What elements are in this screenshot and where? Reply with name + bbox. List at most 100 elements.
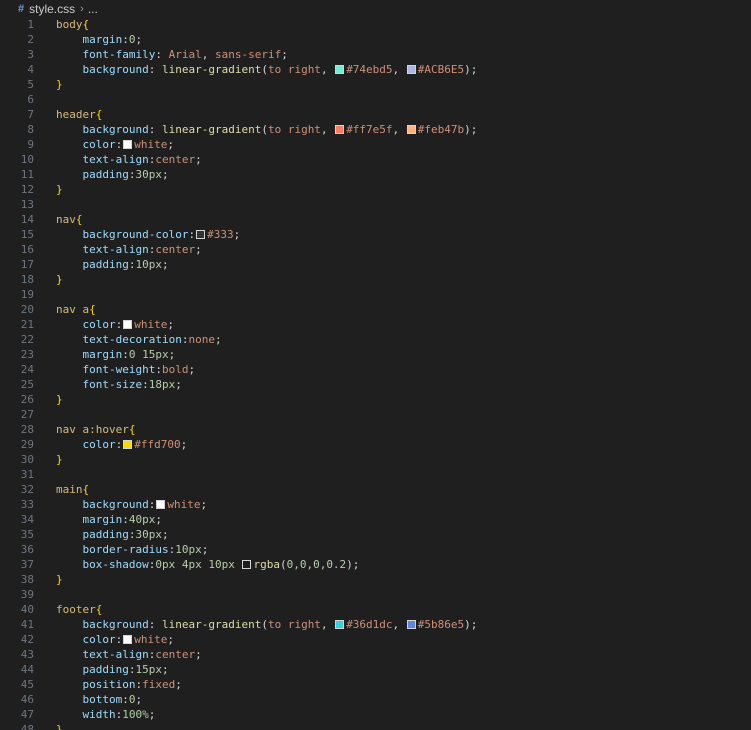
code-line[interactable]: 32 main{ (0, 482, 751, 497)
code-line[interactable]: 11 padding:30px; (0, 167, 751, 182)
code-line[interactable]: 44 padding:15px; (0, 662, 751, 677)
code-line[interactable]: 21 color: white; (0, 317, 751, 332)
code-line[interactable]: 24 font-weight:bold; (0, 362, 751, 377)
code-line[interactable]: 20 nav a{ (0, 302, 751, 317)
code-line[interactable]: 45 position:fixed; (0, 677, 751, 692)
line-number: 3 (27, 48, 34, 61)
color-swatch[interactable] (406, 619, 416, 629)
code-line[interactable]: 16 text-align:center; (0, 242, 751, 257)
color-swatch[interactable] (335, 124, 345, 134)
code-line[interactable]: 18} (0, 272, 751, 287)
color-swatch[interactable] (156, 499, 166, 509)
code-token: ; (175, 678, 182, 691)
code-line[interactable]: 28 nav a:hover{ (0, 422, 751, 437)
code-token: { (82, 18, 90, 31)
code-text: background: linear-gradient(to right, #7… (56, 62, 478, 77)
color-swatch[interactable] (406, 124, 416, 134)
code-line[interactable]: 8 background: linear-gradient(to right, … (0, 122, 751, 137)
line-number: 32 (20, 483, 34, 496)
code-token: } (56, 723, 63, 730)
code-line[interactable]: 27 (0, 407, 751, 422)
code-line[interactable]: 25 font-size:18px; (0, 377, 751, 392)
code-text: margin:0 15px; (56, 347, 176, 362)
color-swatch[interactable] (123, 634, 133, 644)
code-line[interactable]: 34 margin:40px; (0, 512, 751, 527)
line-number: 34 (20, 513, 34, 526)
code-line[interactable]: 1 body{ (0, 17, 751, 32)
code-line[interactable]: 37 box-shadow:0px 4px 10px rgba(0,0,0,0.… (0, 557, 751, 572)
color-swatch[interactable] (406, 64, 416, 74)
color-swatch[interactable] (123, 439, 133, 449)
code-line[interactable]: 19 (0, 287, 751, 302)
code-line[interactable]: 29 color: #ffd700; (0, 437, 751, 452)
code-token: : (115, 438, 123, 451)
breadcrumb-symbol[interactable]: ... (88, 2, 98, 16)
line-number: 18 (20, 273, 34, 286)
color-swatch[interactable] (196, 229, 206, 239)
code-lines[interactable]: 1 body{2 margin:0; 3 font-family: Arial, s… (0, 17, 751, 730)
code-line[interactable]: 42 color: white; (0, 632, 751, 647)
code-line[interactable]: 46 bottom:0; (0, 692, 751, 707)
code-line[interactable]: 36 border-radius:10px; (0, 542, 751, 557)
color-swatch[interactable] (242, 559, 252, 569)
code-token: , (392, 618, 406, 631)
breadcrumb-file[interactable]: style.css (29, 2, 75, 16)
code-line[interactable]: 12} (0, 182, 751, 197)
code-line[interactable]: 13 (0, 197, 751, 212)
code-line[interactable]: 26} (0, 392, 751, 407)
code-line[interactable]: 6 (0, 92, 751, 107)
code-token: nav a (56, 303, 90, 316)
code-token: } (56, 393, 63, 406)
line-number: 41 (20, 618, 34, 631)
code-line[interactable]: 33 background: white; (0, 497, 751, 512)
code-line[interactable]: 43 text-align:center; (0, 647, 751, 662)
code-line[interactable]: 14 nav{ (0, 212, 751, 227)
code-text: padding:30px; (56, 527, 169, 542)
code-token: 30px (135, 168, 162, 181)
code-line[interactable]: 39 (0, 587, 751, 602)
code-token: ; (148, 708, 156, 721)
code-token: : (148, 63, 162, 76)
code-token: none (188, 333, 215, 346)
code-line[interactable]: 10 text-align:center; (0, 152, 751, 167)
code-line[interactable]: 48} (0, 722, 751, 730)
code-line[interactable]: 40 footer{ (0, 602, 751, 617)
color-swatch[interactable] (123, 319, 133, 329)
code-token: background-color (82, 228, 189, 241)
code-token: margin (82, 348, 123, 361)
code-line[interactable]: 5} (0, 77, 751, 92)
code-line[interactable]: 7 header{ (0, 107, 751, 122)
line-number: 14 (20, 213, 34, 226)
code-text: border-radius:10px; (56, 542, 209, 557)
color-swatch[interactable] (335, 619, 345, 629)
code-line[interactable]: 9 color: white; (0, 137, 751, 152)
code-text: text-align:center; (56, 242, 202, 257)
color-swatch[interactable] (335, 64, 345, 74)
code-line[interactable]: 2 margin:0; (0, 32, 751, 47)
code-line[interactable]: 47 width:100%; (0, 707, 751, 722)
code-line[interactable]: 31 (0, 467, 751, 482)
color-swatch[interactable] (123, 139, 133, 149)
code-line[interactable]: 38} (0, 572, 751, 587)
code-line[interactable]: 23 margin:0 15px; (0, 347, 751, 362)
code-line[interactable]: 22 text-decoration:none; (0, 332, 751, 347)
code-line[interactable]: 30} (0, 452, 751, 467)
code-line[interactable]: 17 padding:10px; (0, 257, 751, 272)
code-line[interactable]: 41 background: linear-gradient(to right,… (0, 617, 751, 632)
code-text: padding:15px; (56, 662, 169, 677)
code-line[interactable]: 4 background: linear-gradient(to right, … (0, 62, 751, 77)
code-token: white (167, 498, 201, 511)
code-token: text-align (82, 648, 149, 661)
code-line[interactable]: 3 font-family: Arial, sans-serif; (0, 47, 751, 62)
code-line[interactable]: 35 padding:30px; (0, 527, 751, 542)
code-line[interactable]: 15 background-color: #333; (0, 227, 751, 242)
line-number: 47 (20, 708, 34, 721)
line-number: 19 (20, 288, 34, 301)
code-token: 0,0,0,0.2 (286, 558, 347, 571)
code-text: body{ (56, 17, 89, 32)
code-text: background: linear-gradient(to right, #3… (56, 617, 478, 632)
code-editor[interactable]: # style.css › ... 1 body{2 margin:0; 3 fon… (0, 0, 751, 730)
